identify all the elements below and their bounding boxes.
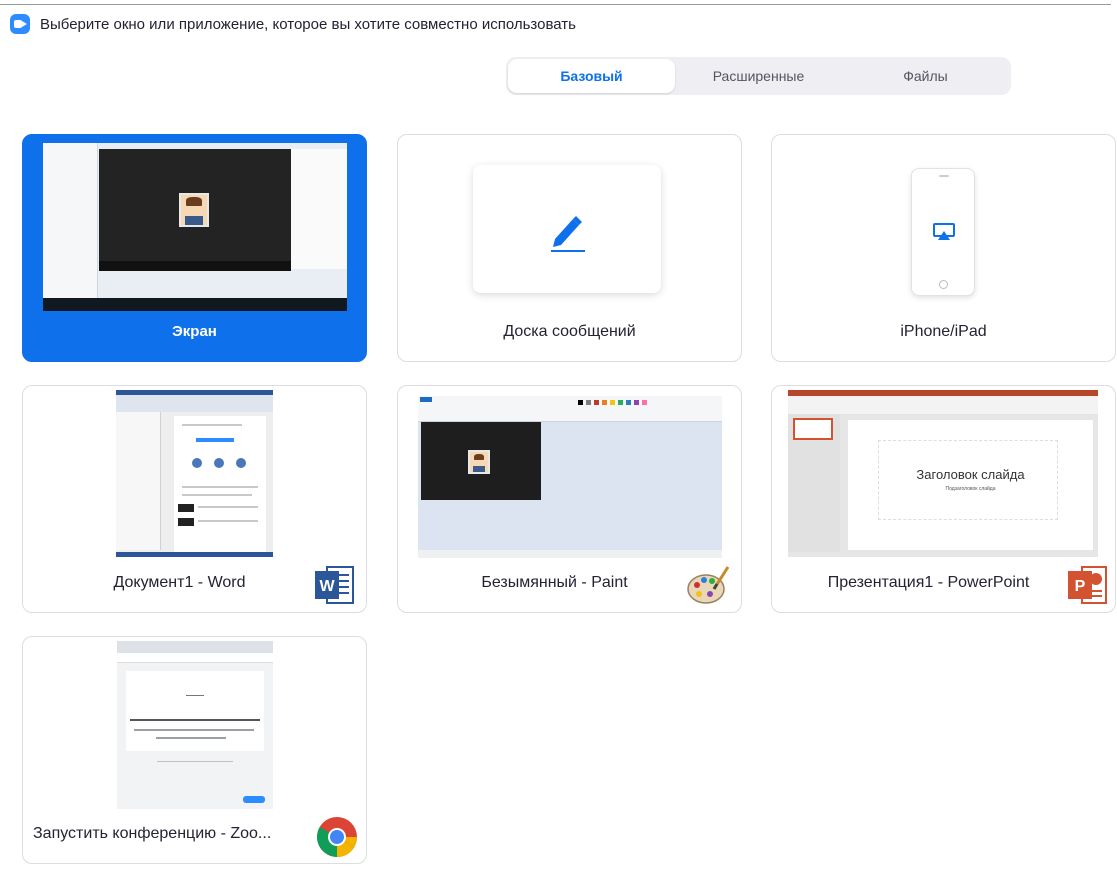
chrome-preview bbox=[117, 641, 273, 809]
slide-title: Заголовок слайда bbox=[916, 467, 1025, 482]
participant-avatar-icon bbox=[468, 450, 490, 474]
slide-subtitle: Подзаголовок слайда bbox=[945, 486, 996, 492]
tab-files[interactable]: Файлы bbox=[842, 59, 1009, 93]
svg-text:W: W bbox=[319, 578, 335, 595]
share-option-label: Презентация1 - PowerPoint bbox=[827, 574, 1030, 591]
share-option-iphone-ipad[interactable]: iPhone/iPad bbox=[771, 134, 1116, 362]
share-tabs: Базовый Расширенные Файлы bbox=[506, 57, 1011, 95]
word-icon: W bbox=[315, 566, 354, 604]
share-option-chrome[interactable]: Запустить конференцию - Zoo... bbox=[22, 636, 367, 864]
share-option-label: Экран bbox=[172, 323, 217, 340]
tab-advanced[interactable]: Расширенные bbox=[675, 59, 842, 93]
svg-text:P: P bbox=[1075, 578, 1086, 595]
screen-preview bbox=[43, 143, 347, 311]
zoom-app-icon bbox=[10, 14, 30, 34]
chrome-icon bbox=[317, 817, 357, 857]
share-option-word[interactable]: Документ1 - Word W bbox=[22, 385, 367, 613]
window-header: Выберите окно или приложение, которое вы… bbox=[10, 14, 576, 34]
powerpoint-preview: Заголовок слайда Подзаголовок слайда bbox=[788, 390, 1098, 557]
share-option-paint[interactable]: Безымянный - Paint bbox=[397, 385, 742, 613]
share-option-label: Доска сообщений bbox=[503, 323, 636, 340]
tab-basic[interactable]: Базовый bbox=[508, 59, 675, 93]
participant-avatar-icon bbox=[179, 193, 209, 227]
word-preview bbox=[116, 390, 273, 557]
paint-preview bbox=[418, 390, 722, 558]
whiteboard-preview bbox=[473, 165, 661, 293]
powerpoint-icon: P bbox=[1068, 566, 1107, 604]
airplay-icon bbox=[933, 223, 955, 240]
share-option-powerpoint[interactable]: Заголовок слайда Подзаголовок слайда Пре… bbox=[771, 385, 1116, 613]
top-divider bbox=[0, 4, 1111, 5]
paint-icon bbox=[687, 566, 730, 604]
iphone-preview bbox=[911, 168, 975, 296]
pencil-icon bbox=[551, 216, 585, 252]
share-option-screen[interactable]: Экран bbox=[22, 134, 367, 362]
share-option-label: iPhone/iPad bbox=[900, 323, 987, 340]
share-option-whiteboard[interactable]: Доска сообщений bbox=[397, 134, 742, 362]
window-title: Выберите окно или приложение, которое вы… bbox=[40, 15, 576, 33]
